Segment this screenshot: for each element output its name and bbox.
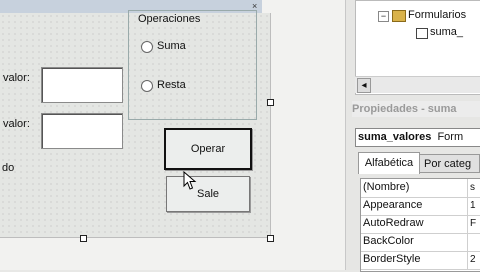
property-value[interactable] (467, 233, 480, 251)
salir-button[interactable]: Sale (166, 176, 250, 212)
operar-button[interactable]: Operar (164, 128, 252, 170)
property-name: BorderStyle (363, 253, 421, 265)
label-valor-2: valor: (3, 118, 30, 130)
object-selector[interactable]: suma_valores Form (355, 128, 480, 147)
property-row[interactable]: Appearance 1 (361, 197, 480, 216)
scroll-left-icon[interactable]: ◂ (357, 78, 371, 93)
property-value[interactable]: s (467, 179, 480, 197)
property-name: (Nombre) (363, 181, 410, 193)
label-valor-1: valor: (3, 72, 30, 84)
properties-title: Propiedades - suma (352, 101, 480, 117)
folder-icon (392, 10, 406, 22)
frame-operaciones (128, 10, 257, 120)
label-resultado: do (2, 162, 15, 174)
resize-handle-right[interactable] (267, 99, 274, 106)
property-row[interactable]: (Nombre) s (361, 179, 480, 198)
resize-handle-bottom[interactable] (80, 235, 87, 242)
textbox-valor-2[interactable] (41, 113, 123, 149)
form-icon (416, 28, 428, 39)
tab-alfabetica[interactable]: Alfabética (358, 152, 420, 174)
property-value[interactable]: 2 (467, 251, 480, 269)
tree-scrollbar[interactable]: ◂ (355, 76, 480, 93)
radio-resta[interactable] (141, 80, 153, 92)
property-name: AutoRedraw (363, 217, 424, 229)
radio-suma-label: Suma (157, 40, 186, 52)
tree-item-form[interactable]: suma_ (430, 26, 463, 38)
object-name: suma_valores (358, 131, 432, 143)
property-grid: (Nombre) s Appearance 1 AutoRedraw F Bac… (360, 178, 480, 272)
radio-resta-label: Resta (157, 79, 186, 91)
mouse-cursor-icon (183, 171, 197, 190)
property-name: Appearance (363, 199, 423, 211)
radio-suma[interactable] (141, 41, 153, 53)
property-name: BackColor (363, 235, 414, 247)
property-row[interactable]: BackColor (361, 233, 480, 252)
resize-handle-corner[interactable] (267, 235, 274, 242)
frame-title: Operaciones (136, 13, 203, 25)
property-row[interactable]: AutoRedraw F (361, 215, 480, 234)
property-value[interactable]: F (467, 215, 480, 233)
property-value[interactable]: 1 (467, 197, 480, 215)
property-row[interactable]: BorderStyle 2 (361, 251, 480, 270)
object-type: Form (437, 131, 464, 143)
tab-por-categoria[interactable]: Por categ (419, 154, 480, 173)
tree-item-formularios[interactable]: Formularios (408, 9, 466, 21)
collapse-icon[interactable]: − (378, 11, 389, 22)
textbox-valor-1[interactable] (41, 67, 123, 103)
